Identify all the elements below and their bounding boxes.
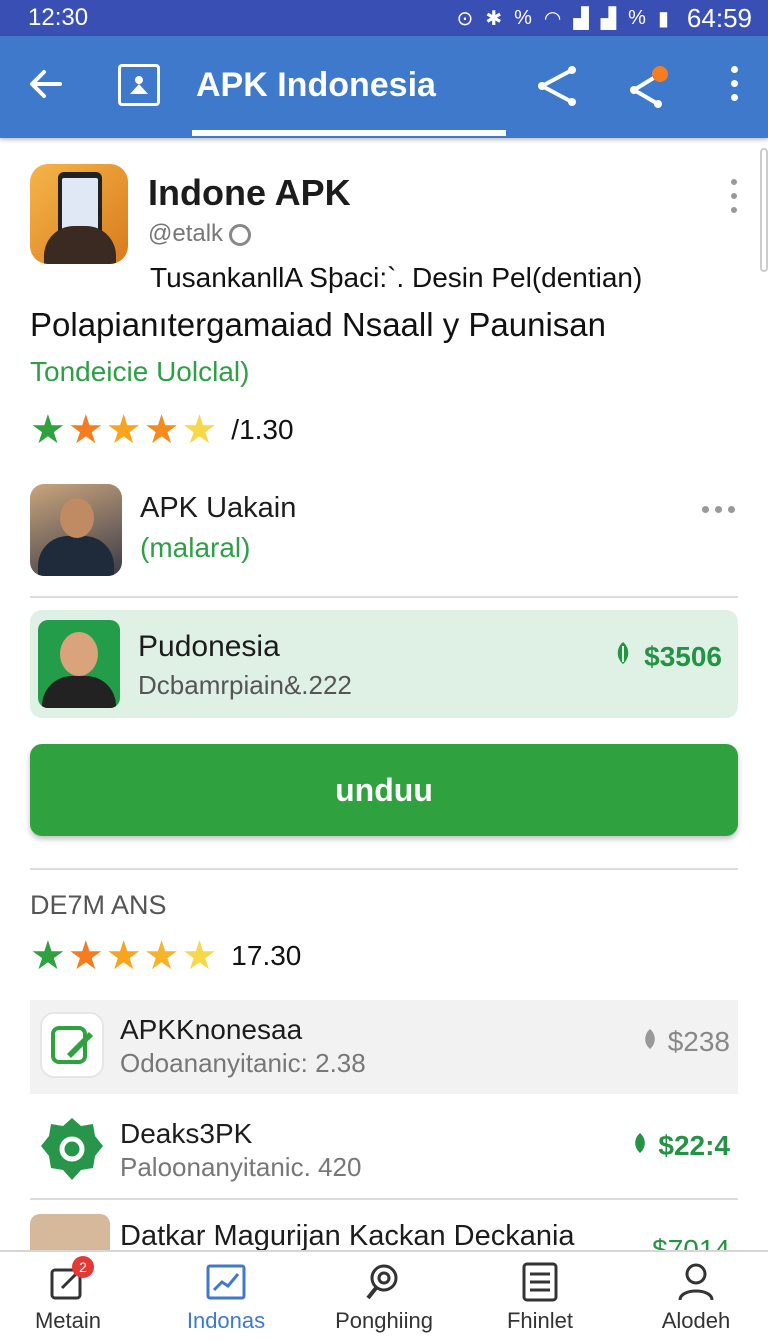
notification-badge: 2: [72, 1256, 94, 1278]
app-rating: ★ ★ ★ ★ ★ /1.30: [30, 410, 294, 450]
edit-box-icon: 2: [48, 1256, 94, 1302]
more-vertical-icon[interactable]: [722, 62, 746, 110]
star-icon: ★: [143, 934, 180, 978]
list-item[interactable]: APKKnonesaa Odoananyitanic: 2.38 $238: [30, 1000, 738, 1094]
list-item[interactable]: Deaks3PK Paloonanyitanic. 420 $22:4: [30, 1104, 738, 1198]
share-icon[interactable]: [536, 64, 580, 108]
edit-pen-icon: [40, 1012, 104, 1078]
app-category[interactable]: Tondeicie Uolclal): [30, 356, 249, 388]
developer-subtitle: (malaral): [140, 532, 251, 563]
bottom-navigation: 2 Metain Indonas Ponghiing Fhinlet Alode…: [0, 1250, 768, 1344]
star-icon: ★: [67, 408, 104, 452]
status-time: 12:30: [28, 4, 89, 31]
nav-label: Fhinlet: [506, 1308, 574, 1333]
nav-label: Ponghiing: [335, 1308, 433, 1333]
divider: [30, 596, 738, 598]
app-tagline: TusankanllA Sþaci:`. Desin Pel(dentian): [150, 262, 643, 293]
promo-price: $3506: [612, 640, 722, 673]
promo-card[interactable]: Pudonesia Dcbamrpiain&.222 $3506: [30, 610, 738, 718]
leaf-icon: [630, 1130, 650, 1162]
arrow-left-icon[interactable]: [26, 62, 66, 106]
developer-avatar[interactable]: [30, 484, 122, 576]
chart-icon: [206, 1262, 246, 1302]
star-icon: ★: [105, 934, 142, 978]
nfc-icon: ⊙: [456, 7, 474, 30]
battery-icon: ▮: [657, 7, 669, 30]
nav-label: Indonas: [186, 1308, 266, 1333]
rating-text: /1.30: [231, 414, 294, 445]
list-item-avatar: [30, 1214, 110, 1250]
list-item-price-value: $22:4: [658, 1130, 730, 1161]
signal-icon: ▟: [573, 7, 589, 30]
reviews-section-title: DE7M ANS: [30, 890, 167, 920]
star-icon: ★: [30, 934, 66, 978]
reviews-rating: ★ ★ ★ ★ ★ 17.30: [30, 936, 301, 976]
star-icon: ★: [105, 408, 142, 452]
divider: [30, 868, 738, 870]
star-icon: ★: [181, 934, 218, 978]
list-item[interactable]: Datkar Magurijan Kackan Deckania $7014: [30, 1208, 738, 1250]
reviews-rating-text: 17.30: [231, 940, 302, 971]
nav-label: Alodeh: [661, 1308, 731, 1333]
promo-price-value: $3506: [644, 640, 722, 672]
more-horizontal-icon[interactable]: [702, 506, 735, 513]
search-icon: [364, 1262, 404, 1302]
tab-indicator: [192, 130, 506, 136]
star-icon: ★: [30, 408, 66, 452]
star-icon: ★: [143, 408, 180, 452]
more-vertical-icon[interactable]: [724, 176, 744, 216]
leaf-icon: [612, 640, 634, 673]
promo-title: Pudonesia: [138, 630, 280, 663]
list-item-price: $238: [640, 1026, 730, 1058]
app-bar-title: APK Indonesia: [196, 66, 436, 104]
download-button[interactable]: unduu: [30, 744, 738, 836]
nav-item-alodeh[interactable]: Alodeh: [636, 1262, 756, 1334]
app-bar: APK Indonesia: [0, 36, 768, 138]
bluetooth-icon: ✱: [485, 7, 503, 30]
leaf-icon: [640, 1026, 660, 1058]
app-icon: [30, 164, 128, 264]
share-notify-icon[interactable]: [626, 64, 672, 110]
star-icon: ★: [67, 934, 104, 978]
app-name: Indone APK: [148, 172, 351, 213]
status-icons: ⊙ ✱ % ◠ ▟ ▟ % ▮ 64:59: [457, 3, 752, 34]
list-item-price: $7014: [652, 1234, 730, 1250]
nav-label: Metain: [34, 1308, 102, 1333]
scrollbar[interactable]: [760, 148, 768, 272]
status-bar: 12:30 ⊙ ✱ % ◠ ▟ ▟ % ▮ 64:59: [0, 0, 768, 36]
list-item-title: APKKnonesaa: [120, 1014, 303, 1045]
star-icon: ★: [181, 408, 218, 452]
nav-item-fhinlet[interactable]: Fhinlet: [480, 1262, 600, 1334]
person-icon: [676, 1262, 716, 1302]
list-item-price: $22:4: [630, 1130, 730, 1162]
list-item-subtitle: Paloonanyitanic. 420: [120, 1152, 362, 1182]
nav-item-metain[interactable]: 2 Metain: [8, 1256, 128, 1334]
promo-avatar: [38, 620, 120, 708]
percent-label: %: [514, 6, 532, 29]
wifi-icon: ◠: [543, 7, 562, 30]
list-item-subtitle: Odoananyitanic: 2.38: [120, 1048, 366, 1078]
promo-subtitle: Dcbamrpiain&.222: [138, 670, 352, 700]
app-handle: @etalk: [148, 220, 252, 248]
app-handle-text: @etalk: [148, 220, 224, 247]
nav-item-indonas[interactable]: Indonas: [166, 1262, 286, 1334]
list-item-title: Deaks3PK: [120, 1118, 253, 1149]
list-item-title: Datkar Magurijan Kackan Deckania: [120, 1220, 575, 1250]
verified-icon: [229, 223, 252, 246]
status-clock: 64:59: [686, 2, 752, 33]
divider: [30, 1198, 738, 1200]
list-icon: [520, 1262, 560, 1302]
gear-badge-icon: [40, 1116, 104, 1182]
developer-name[interactable]: APK Uakain: [140, 492, 296, 525]
app-logo-icon[interactable]: [118, 64, 160, 106]
nav-item-ponghiing[interactable]: Ponghiing: [324, 1262, 444, 1334]
battery-percent: %: [628, 6, 646, 29]
list-item-price-value: $238: [667, 1026, 730, 1057]
signal-icon-2: ▟: [600, 7, 617, 30]
app-headline: Polapianıtergamaiad Nsaall y Paunisan: [30, 306, 607, 343]
